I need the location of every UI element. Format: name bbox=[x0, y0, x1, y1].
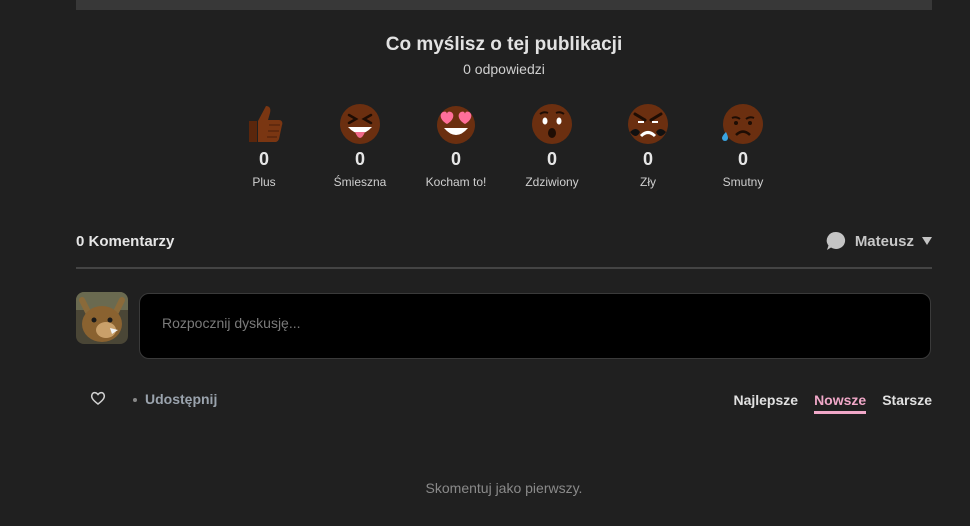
reaction-love[interactable]: 0 Kocham to! bbox=[408, 102, 504, 189]
sad-face-icon bbox=[722, 104, 763, 144]
reaction-label: Śmieszna bbox=[333, 175, 387, 189]
reaction-count: 0 bbox=[258, 149, 269, 169]
sort-best[interactable]: Najlepsze bbox=[733, 392, 798, 414]
reactions-title: Co myślisz o tej publikacji bbox=[385, 34, 623, 55]
reaction-funny[interactable]: 0 Śmieszna bbox=[312, 102, 408, 189]
reaction-label: Zły bbox=[640, 175, 656, 189]
sort-newest[interactable]: Nowsze bbox=[814, 392, 867, 414]
user-menu[interactable]: Mateusz bbox=[825, 230, 932, 252]
heart-eyes-face-icon bbox=[437, 106, 475, 144]
angry-face-icon bbox=[628, 104, 668, 144]
empty-comments-message: Skomentuj jako pierwszy. bbox=[425, 480, 583, 496]
avatar-image bbox=[76, 292, 128, 344]
reaction-count: 0 bbox=[737, 149, 748, 169]
reaction-label: Zdziwiony bbox=[525, 175, 579, 189]
content-top-bar bbox=[76, 0, 932, 10]
reaction-plus[interactable]: 0 Plus bbox=[216, 102, 312, 189]
reaction-surprised[interactable]: 0 Zdziwiony bbox=[504, 102, 600, 189]
reaction-angry[interactable]: 0 Zły bbox=[600, 102, 696, 189]
comment-box[interactable] bbox=[139, 293, 931, 359]
comment-actions-bar: Udostępnij Najlepsze Nowsze Starsze bbox=[76, 388, 932, 416]
reactions-count: 0 odpowiedzi bbox=[463, 61, 545, 77]
sort-tabs: Najlepsze Nowsze Starsze bbox=[733, 392, 932, 414]
sort-oldest[interactable]: Starsze bbox=[882, 392, 932, 414]
reaction-label: Smutny bbox=[722, 175, 764, 189]
reaction-sad[interactable]: 0 Smutny bbox=[695, 102, 791, 189]
user-name: Mateusz bbox=[854, 232, 914, 250]
reaction-count: 0 bbox=[642, 149, 653, 169]
comment-input[interactable] bbox=[160, 314, 904, 332]
avatar bbox=[76, 292, 128, 344]
chevron-down-icon bbox=[922, 237, 932, 245]
thumbs-up-icon bbox=[249, 106, 283, 142]
share-label: Udostępnij bbox=[145, 391, 218, 407]
reaction-count: 0 bbox=[450, 149, 461, 169]
share-link[interactable]: Udostępnij bbox=[133, 391, 217, 407]
heart-icon[interactable] bbox=[90, 390, 106, 406]
surprised-face-icon bbox=[532, 104, 572, 144]
reaction-label: Plus bbox=[252, 175, 276, 189]
comments-header: 0 Komentarzy Mateusz bbox=[76, 230, 932, 269]
laughing-face-icon bbox=[340, 104, 380, 144]
speech-bubble-icon bbox=[826, 231, 845, 250]
bullet-dot bbox=[133, 398, 137, 403]
reaction-count: 0 bbox=[546, 149, 557, 169]
reaction-label: Kocham to! bbox=[425, 175, 487, 189]
reaction-count: 0 bbox=[354, 149, 365, 169]
comments-count: 0 Komentarzy bbox=[76, 233, 175, 250]
